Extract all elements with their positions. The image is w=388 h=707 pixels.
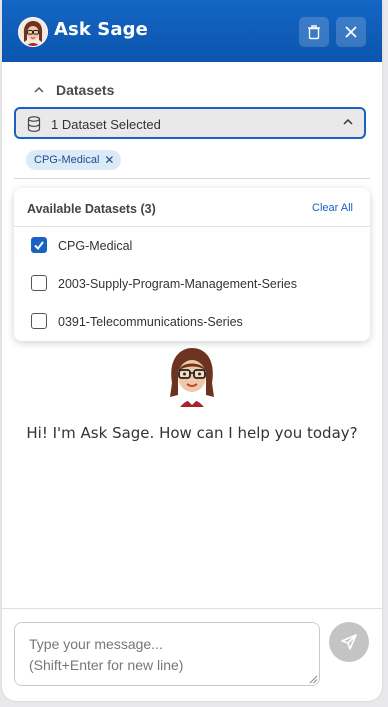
- dataset-option-label: 2003-Supply-Program-Management-Series: [58, 277, 298, 291]
- divider: [2, 608, 382, 609]
- resize-handle-icon[interactable]: [309, 675, 318, 684]
- dataset-option[interactable]: CPG-Medical: [14, 227, 370, 265]
- selected-dataset-chip: CPG-Medical ✕: [26, 150, 122, 170]
- chat-panel: Ask Sage Datasets 1 Dataset Selected CPG…: [2, 0, 382, 701]
- dataset-option-label: 0391-Telecommunications-Series: [58, 315, 243, 329]
- send-icon: [341, 634, 357, 650]
- datasets-toggle[interactable]: Datasets: [34, 82, 114, 98]
- check-icon: [34, 241, 44, 251]
- page-title: Ask Sage: [54, 19, 148, 40]
- dataset-checkbox[interactable]: [31, 313, 47, 329]
- close-icon: [345, 26, 357, 38]
- dataset-option[interactable]: 0391-Telecommunications-Series: [14, 303, 370, 341]
- chevron-up-icon: [34, 86, 44, 93]
- avatar: [18, 17, 48, 47]
- database-icon: [27, 116, 41, 132]
- dataset-select[interactable]: 1 Dataset Selected: [14, 107, 366, 139]
- clear-chat-button[interactable]: [299, 17, 329, 47]
- chevron-up-icon: [343, 118, 353, 125]
- clear-all-button[interactable]: Clear All: [312, 202, 353, 214]
- chat-header: Ask Sage: [2, 0, 382, 62]
- dataset-select-value: 1 Dataset Selected: [51, 117, 161, 132]
- trash-icon: [308, 25, 320, 40]
- dataset-option-label: CPG-Medical: [58, 239, 133, 253]
- datasets-label: Datasets: [56, 82, 115, 98]
- chip-remove-button[interactable]: ✕: [104, 154, 114, 166]
- chip-label: CPG-Medical: [34, 154, 100, 166]
- dataset-checkbox[interactable]: [31, 237, 47, 253]
- dropdown-title: Available Datasets (3): [27, 202, 156, 216]
- message-input[interactable]: [14, 622, 320, 686]
- divider: [14, 178, 370, 179]
- datasets-dropdown: Available Datasets (3) Clear All CPG-Med…: [14, 188, 370, 341]
- assistant-avatar: [164, 345, 220, 407]
- welcome-message: Hi! I'm Ask Sage. How can I help you tod…: [26, 424, 358, 442]
- dataset-checkbox[interactable]: [31, 275, 47, 291]
- send-button[interactable]: [329, 622, 369, 662]
- close-button[interactable]: [336, 17, 366, 47]
- dataset-option[interactable]: 2003-Supply-Program-Management-Series: [14, 265, 370, 303]
